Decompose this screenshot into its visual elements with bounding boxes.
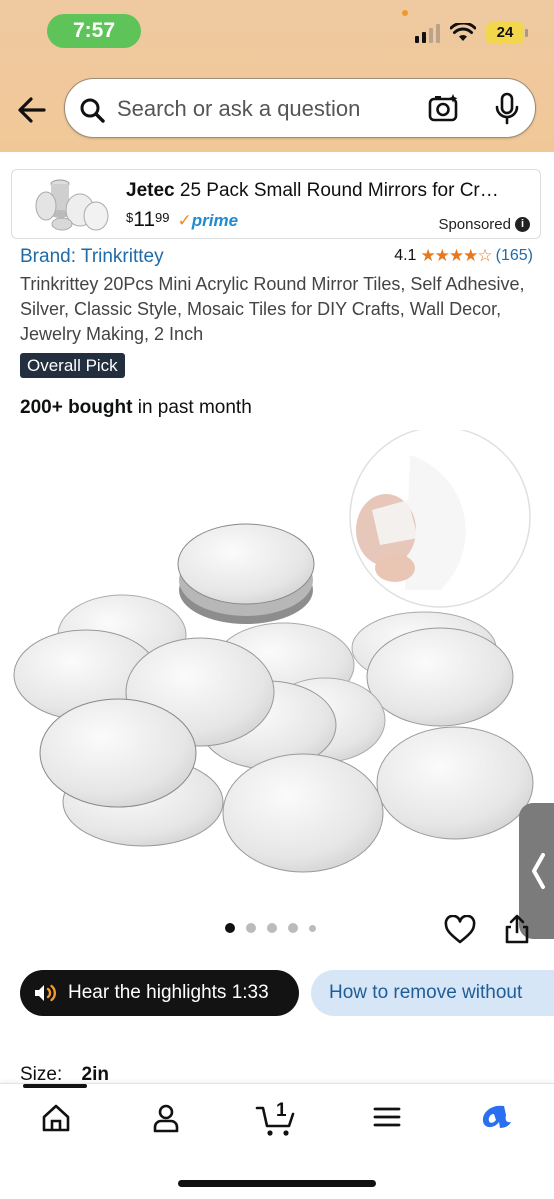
prime-badge: ✓prime — [177, 211, 239, 230]
pager-dot[interactable] — [288, 923, 298, 933]
overall-pick-badge: Overall Pick — [20, 353, 125, 378]
search-bar[interactable]: Search or ask a question — [64, 78, 536, 138]
ad-price: $11 99 ✓prime — [126, 208, 239, 231]
cart-button[interactable]: 1 — [255, 1100, 297, 1138]
top-bar: 7:57 24 Search or ask a question — [0, 0, 554, 152]
wifi-icon — [450, 23, 476, 41]
menu-icon[interactable] — [372, 1102, 402, 1132]
chevron-left-icon — [532, 853, 545, 889]
rating-count[interactable]: (165) — [496, 247, 533, 265]
rating-summary[interactable]: 4.1 ★★★★☆ (165) — [394, 246, 533, 266]
hear-highlights-button[interactable]: Hear the highlights 1:33 — [20, 970, 299, 1016]
search-icon — [80, 98, 105, 123]
ad-title[interactable]: Jetec 25 Pack Small Round Mirrors for Cr… — [126, 180, 526, 202]
active-tab-indicator — [23, 1084, 87, 1088]
image-pager[interactable] — [225, 923, 316, 933]
product-title: Trinkrittey 20Pcs Mini Acrylic Round Mir… — [20, 274, 525, 344]
sponsored-ad-banner[interactable]: Jetec 25 Pack Small Round Mirrors for Cr… — [11, 169, 541, 239]
back-arrow-icon[interactable] — [14, 90, 50, 130]
home-icon[interactable] — [40, 1102, 72, 1134]
pager-dot[interactable] — [246, 923, 256, 933]
microphone-icon[interactable] — [493, 92, 521, 126]
bought-count: 200+ bought in past month — [20, 397, 252, 418]
hear-highlights-label: Hear the highlights 1:33 — [68, 982, 269, 1003]
size-label: Size: — [20, 1064, 63, 1085]
share-icon[interactable] — [503, 913, 531, 945]
pager-dot[interactable] — [309, 924, 316, 932]
how-to-remove-chip[interactable]: How to remove without — [311, 970, 554, 1016]
pager-dot[interactable] — [225, 923, 235, 933]
camera-search-icon[interactable] — [427, 92, 461, 124]
product-image[interactable] — [0, 430, 554, 910]
heart-icon[interactable] — [444, 915, 476, 945]
status-time: 7:57 — [47, 14, 141, 48]
battery-indicator: 24 — [486, 22, 528, 44]
rufus-assistant-icon[interactable] — [478, 1102, 514, 1132]
home-indicator — [178, 1180, 376, 1187]
size-value: 2in — [81, 1064, 109, 1085]
info-icon[interactable]: i — [515, 217, 530, 232]
account-icon[interactable] — [150, 1102, 182, 1134]
cellular-signal-icon — [415, 23, 440, 43]
privacy-indicator — [402, 10, 408, 16]
cart-count: 1 — [276, 1100, 287, 1121]
speaker-icon — [35, 984, 56, 1002]
pager-dot[interactable] — [267, 923, 277, 933]
sponsored-label[interactable]: Sponsored i — [438, 216, 530, 233]
star-rating-icon: ★★★★☆ — [420, 246, 492, 265]
status-icons: 24 — [415, 22, 528, 44]
search-input[interactable]: Search or ask a question — [117, 96, 360, 122]
rating-value: 4.1 — [394, 247, 417, 264]
brand-link[interactable]: Brand: Trinkrittey — [20, 246, 164, 268]
ad-product-thumbnail — [35, 179, 109, 231]
